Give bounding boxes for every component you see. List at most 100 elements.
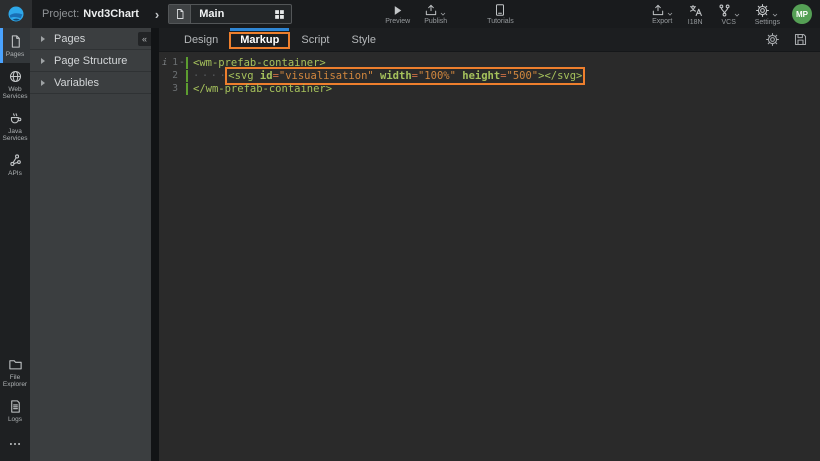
token: ···· — [193, 70, 228, 82]
open-page-tab[interactable]: Main — [168, 4, 292, 24]
ellipsis-icon — [8, 437, 22, 451]
tab-label: Design — [184, 34, 218, 46]
attribute-value: "500" — [507, 70, 539, 82]
settings-icon — [755, 3, 779, 18]
topbar-action-i18n[interactable]: I18N — [681, 0, 710, 28]
gutter-info-icon: i — [159, 58, 168, 68]
gutter: 3 — [159, 83, 186, 94]
topbar-action-tutorials[interactable]: Tutorials — [480, 0, 521, 28]
project-name: Nvd3Chart — [83, 8, 139, 20]
attribute-value: "100%" — [418, 70, 456, 82]
sidebar-item-label: File Explorer — [1, 374, 29, 388]
tab-markup[interactable]: Markup — [229, 28, 290, 51]
chevron-right-icon — [41, 58, 45, 64]
main-area: Pages Web Services Java Services APIs File E… — [0, 28, 820, 461]
topbar-action-label: I18N — [688, 19, 703, 26]
folder-icon — [8, 357, 23, 372]
wavemaker-logo-icon — [7, 5, 25, 23]
topbar-action-preview[interactable]: Preview — [378, 0, 417, 28]
line-number: 1 — [168, 57, 178, 68]
page-icon — [8, 34, 23, 49]
topbar-action-publish[interactable]: Publish — [417, 0, 454, 28]
topbar-left-actions: Preview Publish Tutorials — [378, 0, 521, 28]
topbar-action-label: Settings — [755, 19, 780, 26]
panel-section-label: Page Structure — [54, 55, 127, 67]
gutter: 2 — [159, 70, 186, 81]
topbar-action-label: Preview — [385, 18, 410, 25]
line-number: 2 — [168, 70, 178, 81]
app-logo[interactable] — [0, 0, 32, 28]
chevron-down-icon — [666, 10, 674, 18]
sidebar-item-logs[interactable]: Logs — [0, 393, 30, 428]
tag-token: <svg — [228, 70, 253, 82]
tab-label: Markup — [240, 34, 279, 46]
tag-token: <wm-prefab-container> — [193, 57, 326, 69]
panel-section-label: Variables — [54, 77, 99, 89]
top-bar: Project:Nvd3Chart › Main PreviewPublishT… — [0, 0, 820, 28]
attribute-value: "visualisation" — [279, 70, 374, 82]
nodes-icon — [8, 153, 23, 168]
sidebar-item-apis[interactable]: APIs — [0, 147, 30, 182]
topbar-action-vcs[interactable]: VCS — [710, 0, 748, 28]
pages-side-panel: Pages Page Structure Variables « — [30, 28, 151, 461]
line-number: 3 — [168, 83, 178, 94]
sidebar-item-label: Pages — [6, 51, 24, 58]
code-line: 3 </wm-prefab-container> — [159, 82, 820, 95]
chevron-down-icon — [439, 10, 447, 18]
topbar-action-label: VCS — [722, 19, 736, 26]
sidebar-item-label: Java Services — [1, 128, 29, 142]
coffee-icon — [8, 111, 23, 126]
project-breadcrumb: Project: Nvd3Chart — [42, 8, 139, 20]
fold-marker[interactable]: - — [178, 57, 186, 68]
gutter: i1- — [159, 57, 186, 68]
sidebar-item-web-services[interactable]: Web Services — [0, 63, 30, 105]
sidebar-item-pages[interactable]: Pages — [0, 28, 30, 63]
gear-icon[interactable] — [765, 32, 780, 47]
tab-style[interactable]: Style — [341, 28, 387, 51]
markup-code-editor[interactable]: i1-<wm-prefab-container>2····<svg id="vi… — [159, 52, 820, 461]
topbar-action-export[interactable]: Export — [644, 0, 681, 28]
editor-area: DesignMarkupScriptStyle i1-<wm-prefab-co… — [159, 28, 820, 461]
code-text: ····<svg id="visualisation" width="100%"… — [186, 70, 582, 82]
save-icon[interactable] — [793, 32, 808, 47]
tab-label: Script — [301, 34, 329, 46]
sidebar-item-label: Web Services — [1, 86, 29, 100]
panel-collapse-button[interactable]: « — [138, 32, 151, 46]
topbar-action-label: Tutorials — [487, 18, 514, 25]
globe-icon — [8, 69, 23, 84]
panel-section-variables[interactable]: Variables — [30, 72, 151, 94]
rail-spacer — [0, 182, 30, 351]
page-tab-label: Main — [191, 8, 273, 20]
sidebar-item-java-services[interactable]: Java Services — [0, 105, 30, 147]
topbar-action-label: Publish — [424, 18, 447, 25]
annotation-highlight-box: <svg id="visualisation" width="100%" hei… — [228, 70, 582, 82]
attribute-name: width — [374, 70, 412, 82]
tab-label: Style — [352, 34, 376, 46]
sidebar-item-label: APIs — [8, 170, 22, 177]
chevron-right-icon — [41, 36, 45, 42]
doc-lines-icon — [8, 399, 23, 414]
tag-token: </wm-prefab-container> — [193, 83, 332, 95]
project-label: Project: — [42, 8, 79, 20]
panel-section-pages[interactable]: Pages — [30, 28, 151, 50]
editor-tab-bar: Design Markup Script Style — [159, 28, 820, 52]
panel-splitter[interactable] — [151, 28, 159, 461]
chevron-down-icon — [733, 11, 741, 19]
code-line: 2 ····<svg id="visualisation" width="100%… — [159, 69, 820, 82]
preview-icon — [391, 4, 404, 17]
tab-design[interactable]: Design — [173, 28, 229, 51]
tab-script[interactable]: Script — [290, 28, 340, 51]
sidebar-item-file-explorer[interactable]: File Explorer — [0, 351, 30, 393]
user-avatar[interactable]: MP — [792, 4, 812, 24]
chevron-right-icon — [41, 80, 45, 86]
editor-toolbar — [765, 28, 820, 51]
topbar-action-settings[interactable]: Settings — [748, 0, 787, 28]
code-text: <wm-prefab-container> — [186, 57, 326, 69]
attribute-name: height — [456, 70, 500, 82]
panel-section-page-structure[interactable]: Page Structure — [30, 50, 151, 72]
more-options-button[interactable] — [0, 428, 30, 461]
sidebar-item-label: Logs — [8, 416, 22, 423]
tag-token: ></svg> — [538, 70, 582, 82]
vcs-icon — [717, 3, 741, 18]
grid-icon[interactable] — [273, 8, 286, 21]
